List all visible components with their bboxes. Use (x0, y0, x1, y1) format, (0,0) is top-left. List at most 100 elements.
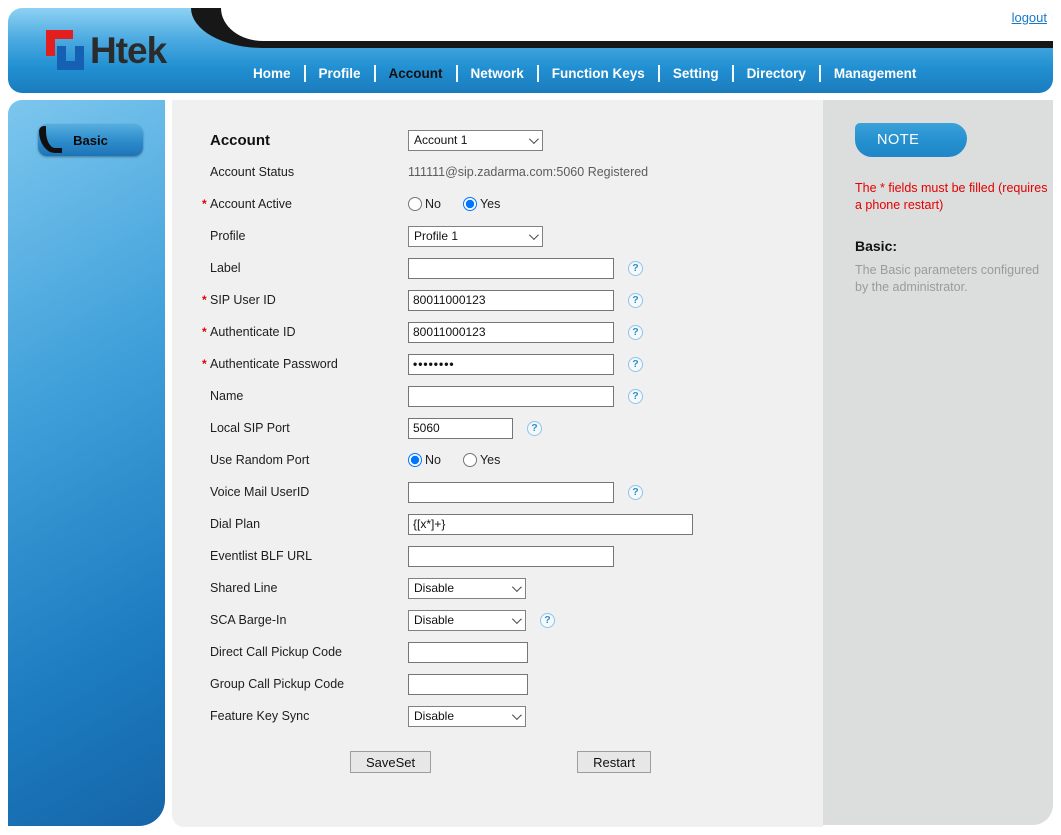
nav-tab-setting[interactable]: Setting (660, 66, 732, 81)
nav-tab-profile[interactable]: Profile (306, 66, 374, 81)
sip-user-id-input[interactable] (408, 289, 614, 311)
authenticate-id-input[interactable] (408, 321, 614, 343)
account-active-radio-group: No Yes (408, 197, 522, 211)
form-row: Voice Mail UserID ? (202, 479, 823, 505)
help-icon[interactable]: ? (527, 420, 542, 436)
form-row: Direct Call Pickup Code (202, 639, 823, 665)
account-active-yes-radio[interactable] (462, 197, 477, 211)
chevron-down-icon (511, 709, 522, 720)
form-row: Group Call Pickup Code (202, 671, 823, 697)
nav-tab-management[interactable]: Management (821, 66, 930, 81)
form-row: Local SIP Port ? (202, 415, 823, 441)
sca-barge-in-label: SCA Barge-In (210, 613, 287, 627)
help-icon[interactable]: ? (628, 292, 643, 308)
help-icon[interactable]: ? (628, 324, 643, 340)
form-row: Account Status 111111@sip.zadarma.com:50… (202, 159, 823, 185)
use-random-port-yes-radio[interactable] (462, 453, 477, 467)
profile-label: Profile (210, 229, 246, 243)
eventlist-blf-url-input[interactable] (408, 545, 614, 567)
form-row: * Authenticate Password ? (202, 351, 823, 377)
account-active-no-radio[interactable] (408, 197, 422, 211)
account-select[interactable]: Account 1 (408, 129, 543, 151)
note-title: NOTE (877, 132, 920, 148)
help-icon[interactable]: ? (628, 388, 643, 404)
sidebar-item-label: Basic (73, 132, 108, 148)
name-label: Name (210, 389, 244, 403)
form-row: Eventlist BLF URL (202, 543, 823, 569)
feature-key-sync-select[interactable]: Disable (408, 705, 526, 727)
saveset-button[interactable]: SaveSet (350, 751, 432, 773)
form-row: Name ? (202, 383, 823, 409)
help-icon[interactable]: ? (628, 260, 643, 276)
nav-tab-function-keys[interactable]: Function Keys (539, 66, 658, 81)
eventlist-blf-url-label: Eventlist BLF URL (210, 549, 313, 563)
restart-button[interactable]: Restart (577, 751, 652, 773)
account-active-label: Account Active (210, 197, 292, 211)
form-row: Account Account 1 (202, 127, 823, 153)
account-status-label: Account Status (210, 165, 295, 179)
form-row: Feature Key Sync Disable (202, 703, 823, 729)
note-basic-heading: Basic: (855, 238, 898, 254)
group-call-pickup-code-label: Group Call Pickup Code (210, 677, 345, 691)
profile-select[interactable]: Profile 1 (408, 225, 543, 247)
help-icon[interactable]: ? (628, 356, 643, 372)
label-label: Label (210, 261, 241, 275)
main-nav: Home Profile Account Network Function Ke… (240, 61, 929, 85)
group-call-pickup-code-input[interactable] (408, 673, 528, 695)
sidebar-item-basic[interactable]: Basic (38, 124, 143, 156)
chevron-down-icon (511, 613, 522, 624)
logout-link[interactable]: logout (1012, 10, 1047, 25)
account-form: Account Account 1 Account Status 111111@… (172, 100, 823, 773)
chevron-down-icon (528, 229, 539, 240)
direct-call-pickup-code-input[interactable] (408, 641, 528, 663)
nav-separator (731, 64, 734, 82)
sidebar: Basic (8, 100, 165, 826)
nav-tab-home[interactable]: Home (240, 66, 304, 81)
form-row: Use Random Port No Yes (202, 447, 823, 473)
label-input[interactable] (408, 257, 614, 279)
note-panel: NOTE The * fields must be filled (requir… (823, 100, 1053, 825)
page-title: Account (210, 131, 270, 149)
required-marker: * (202, 293, 207, 307)
nav-tab-directory[interactable]: Directory (734, 66, 819, 81)
shared-line-select[interactable]: Disable (408, 577, 526, 599)
sca-barge-in-select[interactable]: Disable (408, 609, 526, 631)
header-swoosh (191, 8, 1053, 48)
main-panel: Account Account 1 Account Status 111111@… (172, 100, 823, 827)
voice-mail-userid-label: Voice Mail UserID (210, 485, 310, 499)
header: Htek Home Profile Account Network Functi… (8, 8, 1053, 93)
help-icon[interactable]: ? (540, 612, 555, 628)
note-basic-description: The Basic parameters configured by the a… (855, 263, 1040, 294)
form-row: Profile Profile 1 (202, 223, 823, 249)
logout-area: logout (1012, 9, 1047, 27)
dial-plan-input[interactable] (408, 513, 693, 535)
name-input[interactable] (408, 385, 614, 407)
form-row: Label ? (202, 255, 823, 281)
brand-name: Htek (90, 29, 167, 71)
form-row: * SIP User ID ? (202, 287, 823, 313)
nav-separator (818, 64, 821, 82)
help-icon[interactable]: ? (628, 484, 643, 500)
use-random-port-radio-group: No Yes (408, 453, 522, 467)
nav-tab-account[interactable]: Account (376, 66, 456, 81)
sip-user-id-label: SIP User ID (210, 293, 276, 307)
logo-blue-shape (57, 46, 84, 70)
dial-plan-label: Dial Plan (210, 517, 261, 531)
authenticate-password-input[interactable] (408, 353, 614, 375)
shared-line-label: Shared Line (210, 581, 278, 595)
nav-separator (455, 64, 458, 82)
use-random-port-no-radio[interactable] (408, 453, 422, 467)
form-row: Shared Line Disable (202, 575, 823, 601)
form-row: * Authenticate ID ? (202, 319, 823, 345)
local-sip-port-input[interactable] (408, 417, 513, 439)
required-marker: * (202, 197, 207, 211)
note-warning-text: The * fields must be filled (requires a … (855, 181, 1048, 212)
nav-separator (657, 64, 660, 82)
nav-tab-network[interactable]: Network (458, 66, 537, 81)
account-status-value: 111111@sip.zadarma.com:5060 Registered (408, 165, 649, 179)
htek-logo-icon (46, 28, 84, 72)
form-row: * Account Active No Yes (202, 191, 823, 217)
authenticate-id-label: Authenticate ID (210, 325, 296, 339)
local-sip-port-label: Local SIP Port (210, 421, 290, 435)
voice-mail-userid-input[interactable] (408, 481, 614, 503)
